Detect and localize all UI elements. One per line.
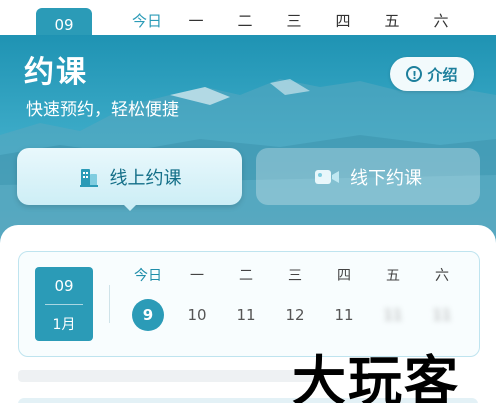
building-icon <box>79 168 98 187</box>
day-date: 11 <box>383 306 403 324</box>
peek-weekday: 五 <box>384 12 400 30</box>
watermark-logo: 大玩客 <box>292 350 460 403</box>
month-divider <box>45 304 83 305</box>
tab-online-booking[interactable]: 线上约课 <box>17 148 242 205</box>
peek-weekday: 四 <box>335 12 351 30</box>
page-subtitle: 快速预约，轻松便捷 <box>26 100 179 120</box>
peek-weekday: 六 <box>433 12 449 30</box>
day-item[interactable]: 一 10 <box>177 266 217 331</box>
day-weekday: 五 <box>386 268 400 284</box>
day-weekday: 六 <box>435 268 449 284</box>
intro-button[interactable]: ! 介绍 <box>390 57 474 91</box>
day-date: 11 <box>236 306 256 324</box>
placeholder-bar <box>18 370 318 382</box>
peek-weekday: 二 <box>237 12 253 30</box>
day-item[interactable]: 五 11 <box>373 266 413 331</box>
peek-calendar-strip: 09 今日 一 二 三 四 五 六 <box>0 0 496 48</box>
day-date: 12 <box>285 306 305 324</box>
day-item[interactable]: 四 11 <box>324 266 364 331</box>
month-label: 1月 <box>52 317 76 333</box>
day-weekday: 四 <box>337 268 351 284</box>
day-date: 10 <box>187 306 207 324</box>
day-today[interactable]: 今日 9 <box>128 266 168 331</box>
peek-weekday: 一 <box>188 12 204 30</box>
day-date: 11 <box>432 306 452 324</box>
day-item[interactable]: 二 11 <box>226 266 266 331</box>
vertical-divider <box>109 285 110 323</box>
page-title: 约课 <box>24 55 88 90</box>
info-icon: ! <box>406 66 423 82</box>
peek-weekday: 三 <box>286 12 302 30</box>
day-weekday: 一 <box>190 268 204 284</box>
day-date: 11 <box>334 306 354 324</box>
intro-button-label: 介绍 <box>427 65 458 84</box>
hero-banner: 约课 快速预约，轻松便捷 ! 介绍 线上约课 线下约课 <box>0 35 496 245</box>
video-camera-icon <box>315 169 339 184</box>
booking-page: 09 今日 一 二 三 四 五 六 约课 快速预约，轻松便捷 ! 介绍 线上约课… <box>0 0 496 403</box>
month-selector[interactable]: 09 1月 <box>35 267 93 341</box>
day-item[interactable]: 三 12 <box>275 266 315 331</box>
day-weekday: 三 <box>288 268 302 284</box>
day-weekday: 二 <box>239 268 253 284</box>
tab-pointer <box>122 203 138 211</box>
tab-offline-booking[interactable]: 线下约课 <box>256 148 480 205</box>
peek-weekday-today: 今日 <box>131 12 162 30</box>
day-weekday: 今日 <box>134 268 162 284</box>
day-date-selected: 9 <box>132 299 164 331</box>
month-number: 09 <box>54 277 74 295</box>
tab-offline-label: 线下约课 <box>350 167 422 189</box>
day-item[interactable]: 六 11 <box>422 266 462 331</box>
tab-online-label: 线上约课 <box>109 167 182 189</box>
